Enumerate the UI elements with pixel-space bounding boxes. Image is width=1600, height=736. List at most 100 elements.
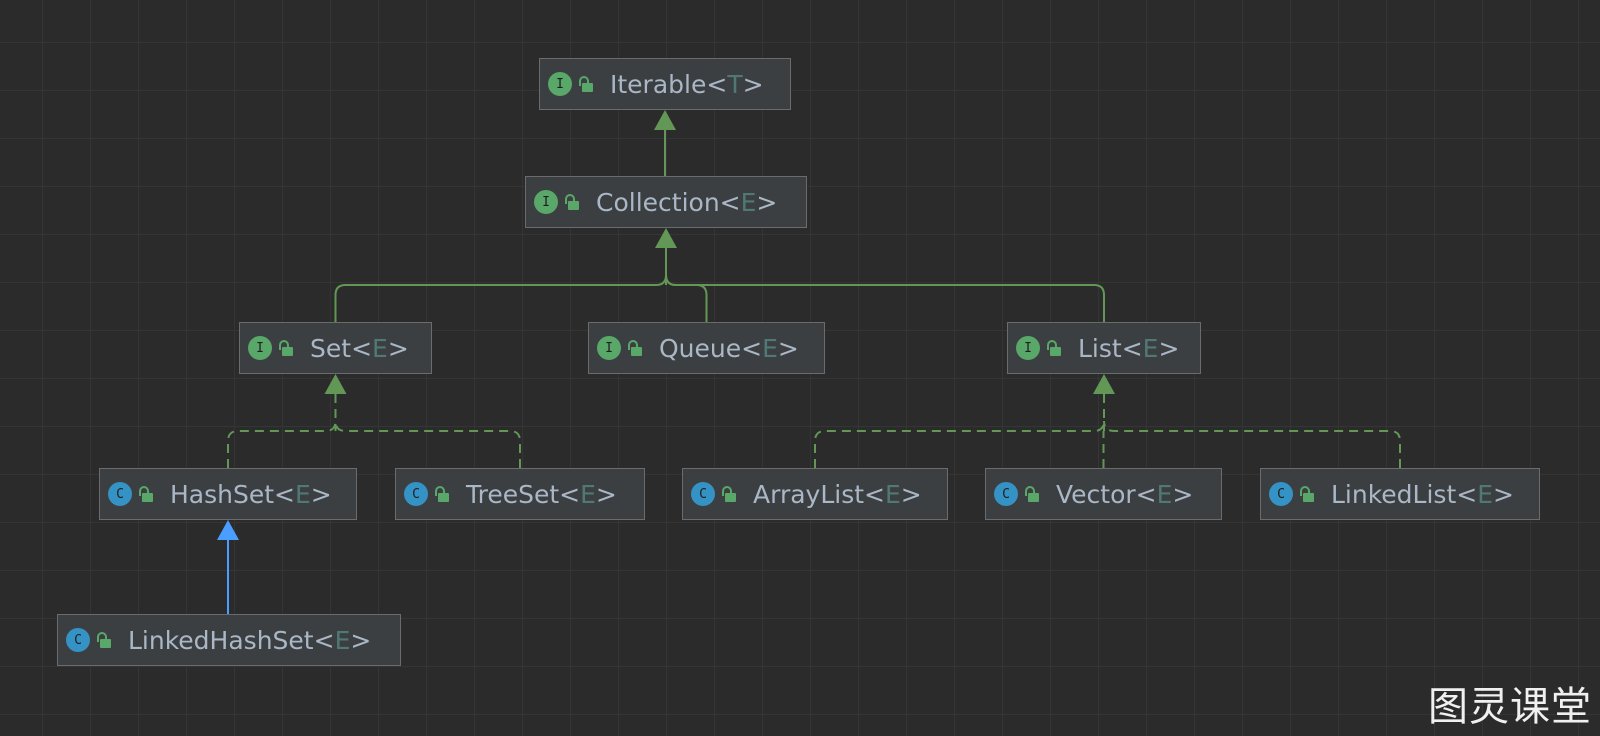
node-set[interactable]: I Set<E> (239, 322, 432, 374)
arrowhead-set (324, 374, 347, 394)
generic-close: > (777, 333, 799, 363)
type-name: Iterable (610, 69, 707, 99)
interface-icon: I (1016, 336, 1040, 360)
type-parameter: E (1156, 479, 1173, 509)
node-hashset[interactable]: C HashSet<E> (99, 468, 357, 520)
generic-close: > (1493, 479, 1514, 509)
node-collection[interactable]: I Collection<E> (525, 176, 807, 228)
node-label: Set<E> (310, 334, 409, 363)
edge-treeset-to-set (334, 420, 521, 468)
edge-set-to-collection (334, 274, 667, 322)
node-list[interactable]: I List<E> (1007, 322, 1201, 374)
node-label: Iterable<T> (610, 70, 764, 99)
node-label: Collection<E> (596, 188, 777, 217)
class-icon: C (1269, 482, 1293, 506)
unlock-icon (625, 336, 645, 360)
interface-icon: I (548, 72, 572, 96)
type-parameter: E (762, 333, 778, 363)
type-parameter: E (1142, 333, 1159, 363)
unlock-icon (432, 482, 452, 506)
node-label: Vector<E> (1056, 480, 1193, 509)
unlock-icon (276, 336, 296, 360)
interface-icon: I (248, 336, 272, 360)
type-parameter: E (295, 479, 311, 509)
node-label: LinkedList<E> (1331, 480, 1514, 509)
node-label: TreeSet<E> (466, 480, 617, 509)
generic-close: > (756, 187, 778, 217)
type-name: LinkedList (1331, 479, 1457, 509)
type-name: TreeSet (466, 479, 560, 509)
generic-close: > (1158, 333, 1180, 363)
type-parameter: T (727, 69, 743, 99)
generic-open: < (274, 479, 295, 509)
node-label: ArrayList<E> (753, 480, 922, 509)
node-linkedlist[interactable]: C LinkedList<E> (1260, 468, 1540, 520)
unlock-icon (719, 482, 739, 506)
generic-close: > (350, 625, 372, 655)
type-name: Vector (1056, 479, 1136, 509)
generic-open: < (706, 69, 728, 99)
type-name: ArrayList (753, 479, 865, 509)
class-icon: C (691, 482, 715, 506)
type-name: HashSet (170, 479, 275, 509)
unlock-icon (576, 72, 596, 96)
generic-open: < (1135, 479, 1157, 509)
class-icon: C (994, 482, 1018, 506)
type-name: List (1078, 333, 1122, 363)
generic-open: < (741, 333, 763, 363)
unlock-icon (562, 190, 582, 214)
unlock-icon (1044, 336, 1064, 360)
node-label: Queue<E> (659, 334, 799, 363)
watermark-text: 图灵课堂 (1428, 684, 1592, 730)
arrowhead-iterable (654, 110, 676, 130)
generic-open: < (313, 625, 335, 655)
generic-close: > (1172, 479, 1194, 509)
generic-open: < (1121, 333, 1143, 363)
type-name: LinkedHashSet (128, 625, 314, 655)
type-parameter: E (334, 625, 351, 655)
generic-open: < (351, 333, 373, 363)
uml-diagram-canvas: I Iterable<T> I Collection<E> I Set<E> I Queue<… (0, 0, 1600, 736)
type-name: Collection (596, 187, 720, 217)
unlock-icon (1022, 482, 1042, 506)
generic-open: < (559, 479, 581, 509)
node-label: HashSet<E> (170, 480, 332, 509)
generic-close: > (387, 333, 409, 363)
edge-list-to-collection (665, 274, 1105, 322)
generic-close: > (742, 69, 764, 99)
arrowhead-hashset (217, 520, 239, 540)
generic-close: > (310, 479, 332, 509)
unlock-icon (136, 482, 156, 506)
type-parameter: E (740, 187, 757, 217)
generic-open: < (719, 187, 741, 217)
type-parameter: E (1477, 479, 1494, 509)
generic-close: > (595, 479, 617, 509)
interface-icon: I (534, 190, 558, 214)
edge-arraylist-to-list (814, 420, 1105, 468)
type-parameter: E (885, 479, 901, 509)
node-treeset[interactable]: C TreeSet<E> (395, 468, 645, 520)
node-arraylist[interactable]: C ArrayList<E> (682, 468, 948, 520)
edge-hashset-to-set (227, 420, 337, 468)
generic-open: < (864, 479, 885, 509)
node-label: LinkedHashSet<E> (128, 626, 371, 655)
class-icon: C (66, 628, 90, 652)
node-linkedhashset[interactable]: C LinkedHashSet<E> (57, 614, 401, 666)
generic-close: > (900, 479, 922, 509)
generic-open: < (1456, 479, 1478, 509)
edge-queue-to-collection (665, 274, 708, 322)
node-queue[interactable]: I Queue<E> (588, 322, 825, 374)
node-vector[interactable]: C Vector<E> (985, 468, 1222, 520)
class-icon: C (404, 482, 428, 506)
type-parameter: E (580, 479, 596, 509)
unlock-icon (1297, 482, 1317, 506)
arrowhead-collection (655, 228, 677, 248)
type-name: Queue (659, 333, 742, 363)
type-name: Set (310, 333, 352, 363)
interface-icon: I (597, 336, 621, 360)
arrowhead-list (1093, 374, 1115, 394)
type-parameter: E (372, 333, 388, 363)
node-label: List<E> (1078, 334, 1179, 363)
node-iterable[interactable]: I Iterable<T> (539, 58, 791, 110)
unlock-icon (94, 628, 114, 652)
